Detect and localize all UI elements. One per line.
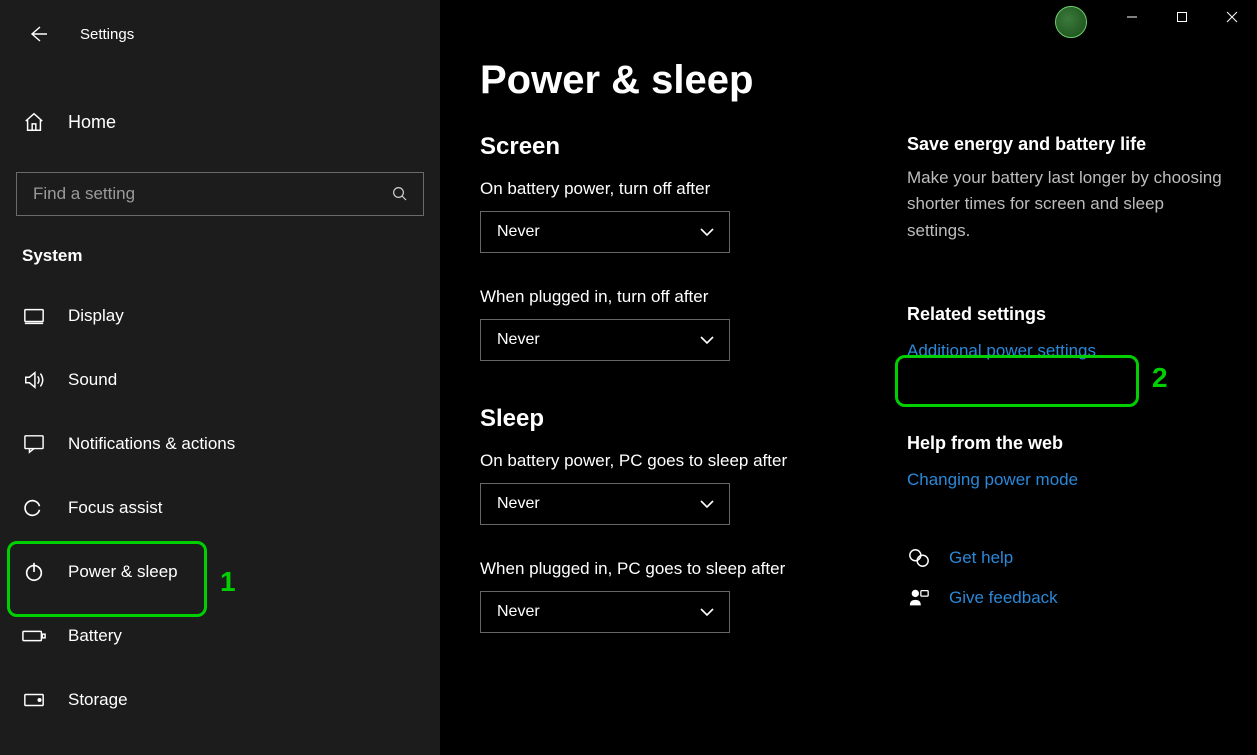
arrow-left-icon [28,24,48,44]
main-area: Power & sleep Screen On battery power, t… [440,0,1257,755]
nav-home[interactable]: Home [0,96,440,148]
dropdown-value: Never [497,223,540,241]
settings-window: Settings Home System Display [0,0,1257,755]
search-wrap [16,172,424,216]
save-energy-heading: Save energy and battery life [907,134,1227,155]
back-button[interactable] [20,16,56,52]
focus-assist-icon [22,496,46,520]
get-help-link[interactable]: Get help [949,548,1013,568]
sidebar-item-label: Storage [68,690,128,710]
get-help-row[interactable]: Get help [907,546,1227,570]
user-avatar[interactable] [1055,6,1087,38]
display-icon [22,304,46,328]
dropdown-value: Never [497,331,540,349]
sidebar-item-label: Power & sleep [68,562,178,582]
sleep-heading: Sleep [480,405,867,433]
chat-help-icon [907,546,931,570]
window-title: Settings [80,26,134,43]
sidebar-item-label: Notifications & actions [68,434,235,454]
screen-plugged-label: When plugged in, turn off after [480,287,867,307]
sidebar-item-sound[interactable]: Sound [0,348,440,412]
feedback-row[interactable]: Give feedback [907,586,1227,610]
title-bar: Settings [0,12,440,72]
sound-icon [22,368,46,392]
changing-power-mode-link[interactable]: Changing power mode [907,470,1227,490]
minimize-icon [1126,11,1138,23]
page-title: Power & sleep [480,58,867,103]
sleep-plugged-label: When plugged in, PC goes to sleep after [480,559,867,579]
sidebar-item-power-sleep[interactable]: Power & sleep [0,540,440,604]
sidebar-item-notifications[interactable]: Notifications & actions [0,412,440,476]
close-icon [1226,11,1238,23]
minimize-button[interactable] [1107,0,1157,34]
maximize-icon [1176,11,1188,23]
search-input[interactable] [31,183,391,205]
window-controls [1107,0,1257,34]
chevron-down-icon [699,606,715,618]
search-icon [391,185,409,203]
related-settings-heading: Related settings [907,304,1227,325]
nav-home-label: Home [68,112,116,133]
content-column: Power & sleep Screen On battery power, t… [440,0,907,755]
notifications-icon [22,432,46,456]
chevron-down-icon [699,498,715,510]
maximize-button[interactable] [1157,0,1207,34]
power-icon [22,560,46,584]
right-panel: Save energy and battery life Make your b… [907,0,1257,755]
sidebar-item-label: Display [68,306,124,326]
sleep-plugged-dropdown[interactable]: Never [480,591,730,633]
sidebar-item-label: Sound [68,370,117,390]
chevron-down-icon [699,334,715,346]
additional-power-settings-link[interactable]: Additional power settings [907,341,1227,361]
give-feedback-link[interactable]: Give feedback [949,588,1058,608]
save-energy-text: Make your battery last longer by choosin… [907,165,1227,244]
screen-battery-label: On battery power, turn off after [480,179,867,199]
help-web-heading: Help from the web [907,433,1227,454]
sleep-battery-label: On battery power, PC goes to sleep after [480,451,867,471]
search-box[interactable] [16,172,424,216]
sidebar-item-label: Focus assist [68,498,162,518]
screen-heading: Screen [480,133,867,161]
screen-plugged-dropdown[interactable]: Never [480,319,730,361]
sidebar-item-focus-assist[interactable]: Focus assist [0,476,440,540]
sidebar-list: Display Sound Notifications & actions Fo… [0,284,440,732]
dropdown-value: Never [497,495,540,513]
home-icon [22,110,46,134]
dropdown-value: Never [497,603,540,621]
sidebar-section-label: System [0,236,440,284]
sidebar-item-label: Battery [68,626,122,646]
sidebar: Settings Home System Display [0,0,440,755]
chevron-down-icon [699,226,715,238]
feedback-icon [907,586,931,610]
storage-icon [22,688,46,712]
sidebar-item-storage[interactable]: Storage [0,668,440,732]
screen-battery-dropdown[interactable]: Never [480,211,730,253]
sleep-battery-dropdown[interactable]: Never [480,483,730,525]
sidebar-item-display[interactable]: Display [0,284,440,348]
sidebar-item-battery[interactable]: Battery [0,604,440,668]
close-button[interactable] [1207,0,1257,34]
battery-icon [22,624,46,648]
